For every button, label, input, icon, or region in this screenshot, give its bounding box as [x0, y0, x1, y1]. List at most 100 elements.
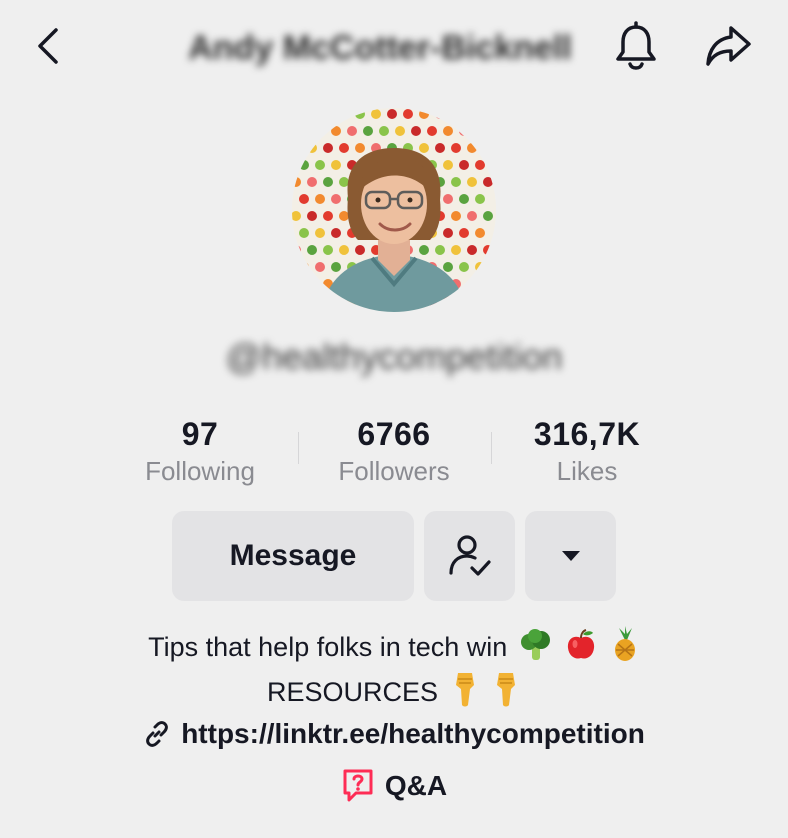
back-button[interactable] [20, 18, 76, 74]
fruit-dot [483, 177, 493, 187]
following-count: 97 [181, 416, 219, 452]
following-status-button[interactable] [424, 511, 515, 601]
fruit-dot [315, 296, 325, 306]
more-options-button[interactable] [525, 511, 616, 601]
fruit-dot [467, 143, 477, 153]
fruit-dot [403, 109, 413, 119]
fruit-dot [443, 194, 453, 204]
likes-count: 316,7K [533, 416, 641, 452]
bio: Tips that help folks in tech win RESOURC… [60, 626, 728, 716]
likes-label: Likes [556, 456, 618, 486]
qa-button[interactable]: Q&A [0, 762, 788, 810]
fruit-dot [483, 109, 493, 119]
fruit-dot [307, 177, 317, 187]
fruit-dot [411, 126, 421, 136]
fruit-dot [355, 109, 365, 119]
fruit-dot [419, 245, 429, 255]
fruit-dot [299, 228, 309, 238]
fruit-dot [307, 109, 317, 119]
fruit-dot [483, 143, 493, 153]
fruit-dot [292, 109, 301, 119]
fruit-dot [331, 262, 341, 272]
bell-icon [616, 21, 656, 70]
fruit-dot [427, 126, 437, 136]
fruit-dot [467, 245, 477, 255]
fruit-dot [459, 228, 469, 238]
fruit-dot [323, 143, 333, 153]
fruit-dot [459, 296, 469, 306]
fruit-dot [443, 126, 453, 136]
top-bar: Andy McCotter-Bicknell [0, 0, 788, 96]
fruit-dot [299, 160, 309, 170]
fruit-dot [323, 109, 333, 119]
fruit-dot [299, 126, 309, 136]
fruit-dot [323, 211, 333, 221]
fruit-dot [435, 109, 445, 119]
apple-icon [564, 628, 598, 671]
fruit-dot [475, 194, 485, 204]
fruit-dot [331, 296, 341, 306]
profile-avatar[interactable] [292, 108, 496, 312]
fruit-dot [451, 143, 461, 153]
fruit-dot [315, 194, 325, 204]
followers-count: 6766 [357, 416, 431, 452]
stat-followers[interactable]: 6766 Followers [299, 412, 489, 486]
notifications-button[interactable] [608, 18, 664, 74]
fruit-dot [347, 126, 357, 136]
fruit-dot [451, 245, 461, 255]
followers-label: Followers [338, 456, 450, 486]
fruit-dot [443, 228, 453, 238]
fruit-dot [355, 245, 365, 255]
fruit-dot [435, 245, 445, 255]
fruit-dot [315, 262, 325, 272]
fruit-dot [475, 160, 485, 170]
profile-photo [292, 108, 496, 312]
fruit-dot [339, 177, 349, 187]
fruit-dot [292, 279, 301, 289]
fruit-dot [307, 279, 317, 289]
pointing-down-icon [450, 671, 480, 716]
fruit-dot [443, 160, 453, 170]
fruit-dot [419, 143, 429, 153]
fruit-dot [363, 126, 373, 136]
fruit-dot [451, 211, 461, 221]
fruit-dot [451, 109, 461, 119]
fruit-dot [395, 126, 405, 136]
fruit-dot [339, 109, 349, 119]
fruit-dot [371, 109, 381, 119]
bio-text-2: RESOURCES [266, 677, 438, 707]
fruit-dot [467, 211, 477, 221]
fruit-dot [299, 194, 309, 204]
following-label: Following [145, 456, 255, 486]
fruit-dot [387, 109, 397, 119]
message-button[interactable]: Message [172, 511, 414, 601]
stat-likes[interactable]: 316,7K Likes [492, 412, 682, 486]
fruit-dot [339, 143, 349, 153]
fruit-dot [459, 160, 469, 170]
fruit-dot [475, 262, 485, 272]
share-icon [706, 26, 751, 66]
link-url[interactable]: https://linktr.ee/healthycompetition [181, 718, 645, 750]
fruit-dot [419, 109, 429, 119]
fruit-dot [459, 262, 469, 272]
fruit-dot [467, 109, 477, 119]
fruit-dot [459, 194, 469, 204]
chevron-left-icon [38, 28, 58, 64]
share-button[interactable] [700, 18, 756, 74]
fruit-dot [467, 177, 477, 187]
fruit-dot [435, 143, 445, 153]
profile-link[interactable]: https://linktr.ee/healthycompetition [0, 712, 788, 756]
fruit-dot [299, 296, 309, 306]
fruit-dot [331, 228, 341, 238]
stat-following[interactable]: 97 Following [105, 412, 295, 486]
fruit-dot [355, 143, 365, 153]
username: @healthycompetition [225, 336, 563, 377]
fruit-dot [323, 177, 333, 187]
fruit-dot [475, 126, 485, 136]
fruit-dot [315, 160, 325, 170]
fruit-dot [483, 279, 493, 289]
fruit-dot [307, 245, 317, 255]
caret-down-icon [561, 551, 580, 561]
fruit-dot [315, 126, 325, 136]
qa-label[interactable]: Q&A [385, 770, 447, 802]
